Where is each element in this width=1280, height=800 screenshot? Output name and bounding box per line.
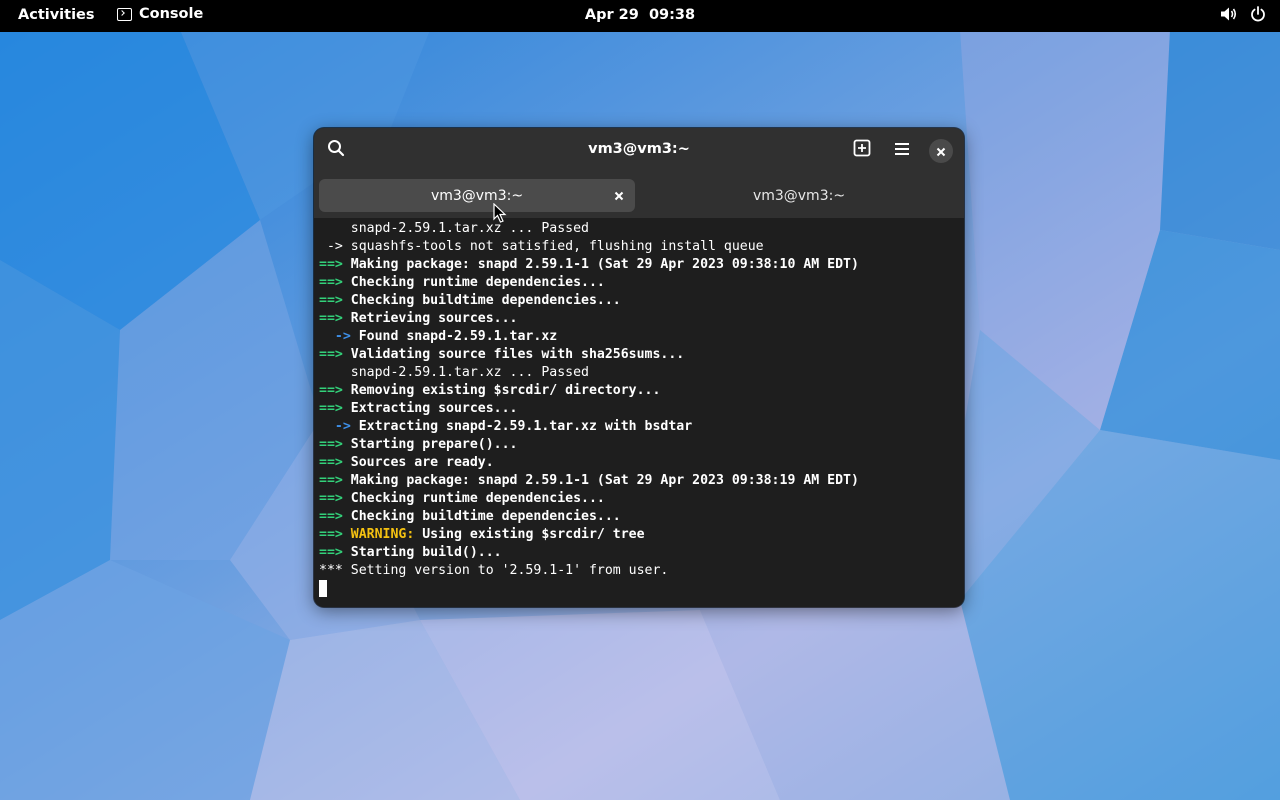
mouse-pointer-icon: [493, 203, 507, 223]
terminal-line-text: Starting build()...: [350, 545, 502, 560]
terminal-line-prefix: ==>: [319, 347, 351, 362]
terminal-cursor: [319, 580, 327, 597]
terminal-line: ==> Sources are ready.: [319, 454, 859, 472]
power-icon: [1250, 6, 1266, 22]
terminal-line: ==> Retrieving sources...: [319, 310, 859, 328]
search-icon: [327, 139, 345, 161]
terminal-line: -> Found snapd-2.59.1.tar.xz: [319, 328, 859, 346]
app-menu-label: Console: [139, 6, 204, 22]
terminal-line: ==> Validating source files with sha256s…: [319, 346, 859, 364]
terminal-line-prefix: ->: [319, 239, 351, 254]
terminal-line: ==> Checking buildtime dependencies...: [319, 508, 859, 526]
tab-bar: vm3@vm3:~ vm3@vm3:~: [314, 173, 964, 218]
terminal-line-prefix: ==>: [319, 455, 351, 470]
terminal-line-text: Checking buildtime dependencies...: [350, 293, 621, 308]
terminal-prompt-line: [319, 580, 859, 598]
close-icon: [936, 142, 946, 161]
main-menu-button[interactable]: [887, 136, 917, 164]
terminal-line-prefix: [319, 365, 351, 380]
activities-button[interactable]: Activities: [18, 7, 95, 23]
terminal-line-prefix: [319, 221, 351, 236]
terminal-line-prefix: ->: [319, 329, 359, 344]
terminal-line-text: Removing existing $srcdir/ directory...: [350, 383, 661, 398]
tab-active[interactable]: vm3@vm3:~: [319, 179, 635, 212]
terminal-line: ==> Starting prepare()...: [319, 436, 859, 454]
terminal-line-text: Validating source files with sha256sums.…: [350, 347, 685, 362]
terminal-line-prefix: ==>: [319, 311, 351, 326]
terminal-line: snapd-2.59.1.tar.xz ... Passed: [319, 364, 859, 382]
terminal-line-text: Checking buildtime dependencies...: [350, 509, 621, 524]
close-icon: [614, 191, 623, 200]
terminal-line: snapd-2.59.1.tar.xz ... Passed: [319, 220, 859, 238]
terminal-line: ==> Making package: snapd 2.59.1-1 (Sat …: [319, 256, 859, 274]
terminal-line: -> squashfs-tools not satisfied, flushin…: [319, 238, 859, 256]
terminal-line: *** Setting version to '2.59.1-1' from u…: [319, 562, 859, 580]
terminal-line-prefix: ==>: [319, 527, 351, 542]
terminal-line: ==> WARNING: Using existing $srcdir/ tre…: [319, 526, 859, 544]
terminal-line-prefix: ==>: [319, 383, 351, 398]
terminal-line-text: Checking runtime dependencies...: [350, 491, 605, 506]
terminal-line-prefix: ==>: [319, 491, 351, 506]
terminal-line-prefix: ==>: [319, 293, 351, 308]
terminal-line-text: Checking runtime dependencies...: [350, 275, 605, 290]
terminal-line: ==> Making package: snapd 2.59.1-1 (Sat …: [319, 472, 859, 490]
menu-icon: [894, 141, 910, 160]
terminal-icon: [117, 7, 132, 21]
tab-label: vm3@vm3:~: [752, 187, 846, 204]
terminal-line: ==> Checking buildtime dependencies...: [319, 292, 859, 310]
terminal-line-prefix: ***: [319, 563, 351, 578]
terminal-line: ==> Checking runtime dependencies...: [319, 490, 859, 508]
system-menu-button[interactable]: [1220, 6, 1266, 22]
terminal-line-text: squashfs-tools not satisfied, flushing i…: [350, 239, 764, 254]
new-tab-icon: [853, 139, 871, 161]
terminal-line-text: Setting version to '2.59.1-1' from user.: [350, 563, 669, 578]
volume-icon: [1220, 6, 1238, 22]
terminal-line-text: Making package: snapd 2.59.1-1 (Sat 29 A…: [350, 257, 859, 272]
window-headerbar[interactable]: vm3@vm3:~: [314, 128, 964, 173]
terminal-line-prefix: ->: [319, 419, 359, 434]
terminal-output[interactable]: snapd-2.59.1.tar.xz ... Passed -> squash…: [314, 218, 964, 607]
console-window: vm3@vm3:~ vm3@vm3:~ vm3@vm3:~ snapd-2.59…: [314, 128, 964, 607]
terminal-line-text: Sources are ready.: [350, 455, 494, 470]
top-bar: Activities Console Apr 29 09:38: [0, 0, 1280, 32]
clock[interactable]: Apr 29 09:38: [585, 7, 695, 23]
terminal-line-prefix: ==>: [319, 509, 351, 524]
terminal-line-text: snapd-2.59.1.tar.xz ... Passed: [350, 365, 589, 380]
terminal-line: ==> Extracting sources...: [319, 400, 859, 418]
terminal-line-prefix: ==>: [319, 275, 351, 290]
search-button[interactable]: [321, 136, 351, 164]
warning-label: WARNING:: [350, 527, 415, 542]
terminal-lines: snapd-2.59.1.tar.xz ... Passed -> squash…: [319, 220, 859, 598]
terminal-line-prefix: ==>: [319, 545, 351, 560]
terminal-line-text: Starting prepare()...: [350, 437, 518, 452]
terminal-line-prefix: ==>: [319, 401, 351, 416]
terminal-line: ==> Starting build()...: [319, 544, 859, 562]
terminal-line-text: Retrieving sources...: [350, 311, 518, 326]
terminal-line-text: Extracting snapd-2.59.1.tar.xz with bsdt…: [358, 419, 693, 434]
app-menu-button[interactable]: Console: [117, 6, 203, 22]
terminal-line-text: snapd-2.59.1.tar.xz ... Passed: [350, 221, 589, 236]
terminal-line-text: Extracting sources...: [350, 401, 518, 416]
terminal-line-text: Using existing $srcdir/ tree: [414, 527, 645, 542]
terminal-line-prefix: ==>: [319, 473, 351, 488]
terminal-line: ==> Checking runtime dependencies...: [319, 274, 859, 292]
new-tab-button[interactable]: [847, 136, 877, 164]
tab-close-button[interactable]: [610, 187, 627, 204]
terminal-line: ==> Removing existing $srcdir/ directory…: [319, 382, 859, 400]
terminal-line-prefix: ==>: [319, 257, 351, 272]
tab-inactive[interactable]: vm3@vm3:~: [639, 179, 959, 212]
terminal-line: -> Extracting snapd-2.59.1.tar.xz with b…: [319, 418, 859, 436]
terminal-line-text: Making package: snapd 2.59.1-1 (Sat 29 A…: [350, 473, 859, 488]
terminal-line-prefix: ==>: [319, 437, 351, 452]
window-close-button[interactable]: [929, 139, 953, 163]
terminal-line-text: Found snapd-2.59.1.tar.xz: [358, 329, 558, 344]
tab-label: vm3@vm3:~: [430, 187, 524, 204]
